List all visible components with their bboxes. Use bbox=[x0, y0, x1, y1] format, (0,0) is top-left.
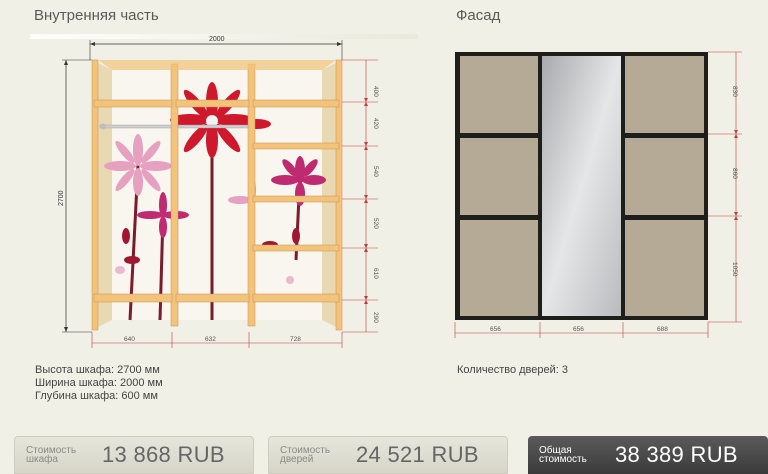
total-price-box: Общая стоимость 38 389 RUB bbox=[528, 436, 768, 474]
cabinet-price-label-line2: шкафа bbox=[26, 454, 58, 465]
inner-bottom-dim-2: 632 bbox=[205, 336, 216, 343]
inner-right-dim-2: 420 bbox=[372, 118, 379, 129]
facade-drawing bbox=[455, 52, 708, 320]
total-price-value: 38 389 RUB bbox=[615, 442, 738, 467]
inner-right-dim-1: 400 bbox=[372, 86, 379, 97]
total-price-label-line2: стоимость bbox=[539, 454, 587, 465]
facade-right-dim-2: 860 bbox=[731, 168, 738, 179]
inner-right-dim-6: 290 bbox=[372, 312, 379, 323]
spec-height: Высота шкафа: 2700 мм bbox=[35, 364, 160, 376]
inner-right-dim-3: 540 bbox=[372, 166, 379, 177]
inner-height-dim: 2700 bbox=[58, 190, 65, 206]
inner-right-dim-4: 520 bbox=[372, 218, 379, 229]
inner-right-dim-5: 610 bbox=[372, 268, 379, 279]
doors-count: Количество дверей: 3 bbox=[457, 364, 568, 376]
cabinet-price-box: Стоимость шкафа 13 868 RUB bbox=[14, 436, 254, 474]
facade-bottom-dim-1: 656 bbox=[490, 326, 501, 333]
facade-right-dim-3: 1050 bbox=[731, 262, 738, 277]
facade-bottom-dim-3: 688 bbox=[657, 326, 668, 333]
facade-bottom-dim-2: 656 bbox=[573, 326, 584, 333]
doors-price-box: Стоимость дверей 24 521 RUB bbox=[268, 436, 508, 474]
inner-bottom-dim-1: 640 bbox=[124, 336, 135, 343]
facade-right-dim-1: 830 bbox=[731, 86, 738, 97]
inner-width-dim: 2000 bbox=[209, 36, 225, 43]
doors-price-label: Стоимость дверей bbox=[280, 446, 350, 465]
inner-bottom-dim-3: 728 bbox=[290, 336, 301, 343]
wardrobe-specs: Высота шкафа: 2700 мм Ширина шкафа: 2000… bbox=[35, 364, 163, 403]
doors-price-label-line2: дверей bbox=[280, 454, 314, 465]
cabinet-price-label: Стоимость шкафа bbox=[26, 446, 96, 465]
doors-price-value: 24 521 RUB bbox=[356, 442, 479, 467]
hanging-rod bbox=[99, 124, 172, 129]
spec-width: Ширина шкафа: 2000 мм bbox=[35, 377, 163, 389]
mirror-door bbox=[542, 56, 621, 316]
cabinet-price-value: 13 868 RUB bbox=[102, 442, 225, 467]
total-price-label: Общая стоимость bbox=[539, 446, 609, 465]
spec-depth: Глубина шкафа: 600 мм bbox=[35, 390, 158, 402]
